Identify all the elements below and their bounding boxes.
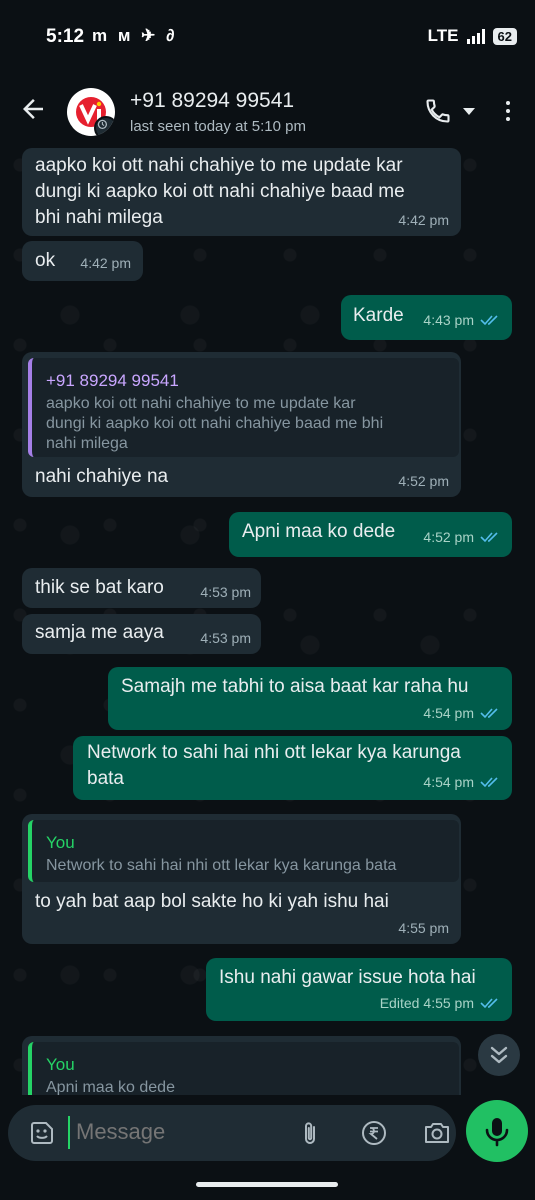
message-composer: [8, 1105, 456, 1161]
status-bar: 5:12 m м ✈ ∂ LTE 62: [0, 0, 535, 78]
quoted-message[interactable]: You Apni maa ko dede: [28, 1042, 459, 1102]
message-time: 4:53 pm: [200, 630, 251, 646]
message-text: aapko koi ott nahi chahiye to me update …: [35, 155, 405, 228]
phone-icon[interactable]: [424, 97, 452, 125]
network-type: LTE: [427, 26, 459, 45]
quoted-author: You: [46, 1055, 75, 1074]
status-ring-icon: [94, 116, 115, 136]
message-time: 4:52 pm: [423, 529, 474, 545]
notification-icons: m м ✈ ∂: [92, 26, 178, 45]
message-meta: 4:54 pm: [423, 769, 500, 795]
message-text: Ishu nahi gawar issue hota hai: [219, 967, 476, 988]
sticker-icon[interactable]: [28, 1119, 56, 1147]
message-text: thik se bat karo: [35, 577, 164, 598]
contact-avatar[interactable]: [67, 88, 115, 136]
message-bubble-incoming-reply[interactable]: +91 89294 99541 aapko koi ott nahi chahi…: [22, 352, 461, 497]
message-bubble-outgoing[interactable]: Karde 4:43 pm: [341, 295, 512, 340]
message-meta: 4:52 pm: [423, 524, 500, 550]
quoted-author: +91 89294 99541: [46, 371, 179, 390]
double-check-icon: [480, 532, 498, 543]
message-meta: 4:43 pm: [423, 307, 500, 333]
text-cursor: [68, 1116, 70, 1149]
message-time: 4:52 pm: [398, 473, 449, 489]
message-time-text: 4:42 pm: [398, 212, 449, 228]
message-bubble-outgoing[interactable]: Apni maa ko dede 4:52 pm: [229, 512, 512, 557]
last-seen: last seen today at 5:10 pm: [130, 118, 306, 135]
battery-icon: 62: [492, 27, 517, 45]
quoted-text: Network to sahi hai nhi ott lekar kya ka…: [46, 857, 397, 874]
message-bubble-incoming[interactable]: thik se bat karo 4:53 pm: [22, 568, 261, 608]
message-meta: 4:54 pm: [423, 700, 500, 726]
message-meta: Edited 4:55 pm: [380, 990, 500, 1016]
message-text: Samajh me tabhi to aisa baat kar raha hu: [121, 676, 469, 697]
attach-icon[interactable]: [296, 1119, 324, 1147]
home-indicator[interactable]: [196, 1182, 338, 1187]
message-time: 4:54 pm: [423, 774, 474, 790]
message-time: 4:55 pm: [398, 920, 449, 936]
voice-message-button[interactable]: [466, 1100, 528, 1162]
message-bubble-outgoing[interactable]: Ishu nahi gawar issue hota hai Edited 4:…: [206, 958, 512, 1021]
back-arrow-icon[interactable]: [18, 94, 48, 124]
payment-rupee-icon[interactable]: [360, 1119, 388, 1147]
message-bubble-incoming[interactable]: aapko koi ott nahi chahiye to me update …: [22, 148, 461, 236]
double-check-icon: [480, 998, 498, 1009]
double-check-icon: [480, 708, 498, 719]
status-right: LTE 62: [428, 26, 517, 46]
double-check-icon: [480, 777, 498, 788]
message-input[interactable]: [76, 1119, 276, 1145]
message-text: ok: [35, 250, 56, 271]
message-text: samja me aaya: [35, 622, 164, 643]
status-time: 5:12: [46, 26, 85, 47]
message-text: nahi chahiye na: [35, 466, 169, 487]
call-dropdown-chevron-icon[interactable]: [463, 108, 475, 115]
message-time: 4:54 pm: [423, 705, 474, 721]
edited-label: Edited: [379, 995, 420, 1011]
double-chevron-down-icon: [490, 1046, 508, 1064]
microphone-icon: [485, 1118, 509, 1147]
signal-icon: [466, 28, 485, 44]
quoted-message[interactable]: You Network to sahi hai nhi ott lekar ky…: [28, 820, 459, 882]
message-bubble-incoming[interactable]: ok 4:42 pm: [22, 241, 143, 281]
message-time: 4:42 pm: [80, 255, 131, 271]
message-text: to yah bat aap bol sakte ho ki yah ishu …: [35, 891, 389, 912]
message-bubble-incoming-reply[interactable]: You Network to sahi hai nhi ott lekar ky…: [22, 814, 461, 944]
message-time: 4:53 pm: [200, 584, 251, 600]
message-bubble-outgoing[interactable]: Samajh me tabhi to aisa baat kar raha hu…: [108, 667, 512, 730]
message-bubble-outgoing[interactable]: Network to sahi hai nhi ott lekar kya ka…: [73, 736, 512, 800]
message-text: Karde: [353, 305, 404, 326]
chat-header: +91 89294 99541 last seen today at 5:10 …: [0, 78, 535, 145]
contact-name[interactable]: +91 89294 99541: [130, 89, 294, 113]
quoted-message[interactable]: +91 89294 99541 aapko koi ott nahi chahi…: [28, 358, 459, 457]
message-time: 4:55 pm: [423, 995, 474, 1011]
message-text: Apni maa ko dede: [242, 521, 396, 542]
message-text: Network to sahi hai nhi ott lekar kya ka…: [87, 742, 461, 789]
scroll-to-bottom-button[interactable]: [478, 1034, 520, 1076]
more-options-icon[interactable]: [500, 98, 516, 126]
message-bubble-incoming[interactable]: samja me aaya 4:53 pm: [22, 614, 261, 654]
double-check-icon: [480, 315, 498, 326]
quoted-author: You: [46, 833, 75, 852]
camera-icon[interactable]: [422, 1119, 452, 1147]
quoted-text: aapko koi ott nahi chahiye to me update …: [46, 395, 384, 452]
message-time: 4:42 pm: [398, 207, 449, 233]
message-time: 4:43 pm: [423, 312, 474, 328]
